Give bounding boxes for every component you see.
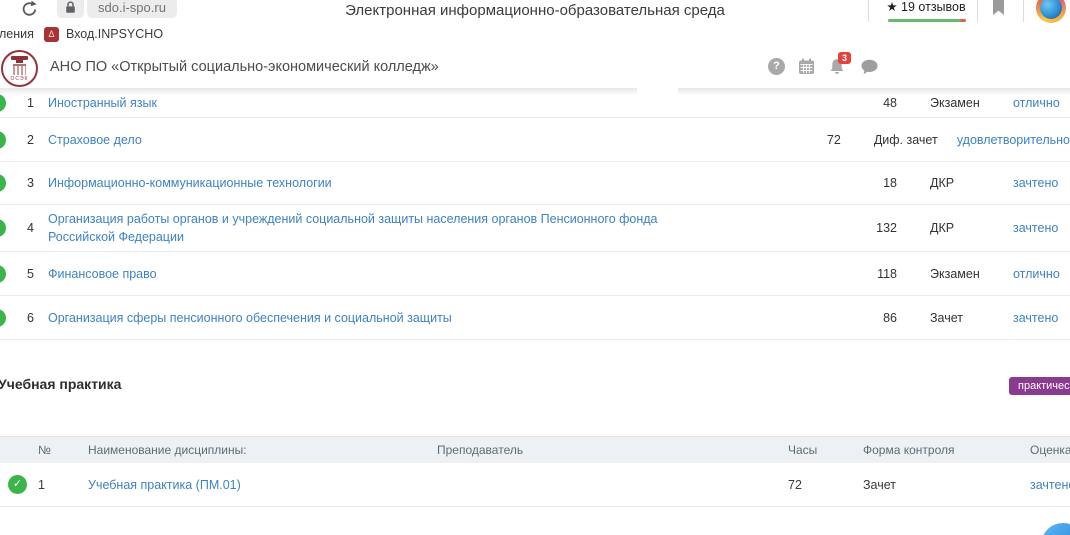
hours-value: 48 [847, 96, 897, 110]
toolbar-divider [1023, 0, 1024, 22]
bookmark-icon[interactable] [992, 0, 1005, 21]
control-form-value: Экзамен [930, 267, 1013, 281]
notifications-count-badge: 3 [838, 52, 851, 64]
grade-link[interactable]: зачтено [1013, 176, 1058, 190]
column-header-hours: Часы [788, 443, 863, 457]
table-row: ✓ 3 Информационно-коммуникационные техно… [0, 162, 1070, 205]
status-check-icon: ✓ [0, 94, 18, 112]
row-number: 3 [18, 176, 48, 190]
grade-link[interactable]: отлично [1013, 96, 1060, 110]
grade-link[interactable]: зачтено [1030, 478, 1070, 492]
course-link[interactable]: Организация сферы пенсионного обеспечени… [48, 311, 452, 325]
column-header-teacher: Преподаватель [429, 443, 788, 457]
table-row: ✓ 5 Финансовое право 118 Экзамен отлично [0, 252, 1070, 296]
control-form-value: Зачет [863, 478, 1030, 492]
control-form-value: ДКР [930, 176, 1013, 190]
hours-value: 72 [791, 133, 841, 147]
grade-link[interactable]: зачтено [1013, 311, 1058, 325]
reviews-button[interactable]: ★ 19 отзывов [876, 0, 976, 14]
practice-badge: практическое [1009, 377, 1070, 395]
grade-link[interactable]: отлично [1013, 267, 1060, 281]
row-number: 2 [18, 133, 48, 147]
course-link[interactable]: Иностранный язык [48, 96, 157, 110]
column-header-control: Форма контроля [863, 443, 1030, 457]
course-link[interactable]: Организация работы органов и учреждений … [48, 210, 708, 246]
calendar-icon[interactable] [798, 58, 815, 80]
bookmarks-bar: ления Δ Вход.INPSYCHO [0, 24, 1070, 46]
table-row: ✓ 2 Страховое дело 72 Диф. зачет удовлет… [0, 118, 1070, 162]
row-number: 4 [18, 221, 48, 235]
row-number: 6 [18, 311, 48, 325]
college-name: АНО ПО «Открытый социально-экономический… [50, 46, 439, 88]
section-title: Учебная практика [0, 376, 121, 392]
status-check-icon: ✓ [0, 174, 18, 192]
browser-toolbar: sdo.i-spo.ru Электронная информационно-о… [0, 0, 1070, 24]
status-check-icon: ✓ [0, 475, 30, 494]
logo-text: ОСЭК [3, 76, 36, 82]
course-link[interactable]: Информационно-коммуникационные технологи… [48, 176, 332, 190]
bookmark-item-inpsycho[interactable]: Вход.INPSYCHO [66, 27, 163, 41]
chat-icon[interactable] [860, 59, 879, 80]
row-number: 5 [18, 267, 48, 281]
site-header: ОСЭК АНО ПО «Открытый социально-экономич… [0, 46, 1070, 88]
toolbar-divider [868, 0, 869, 22]
table-row: ✓ 4 Организация работы органов и учрежде… [0, 205, 1070, 252]
help-icon[interactable]: ? [768, 58, 785, 75]
hours-value: 132 [847, 221, 897, 235]
practice-table-header: № Наименование дисциплины: Преподаватель… [0, 436, 1070, 463]
header-shadow-notch [637, 88, 678, 95]
row-number: 1 [30, 478, 80, 492]
status-check-icon: ✓ [0, 265, 18, 283]
control-form-value: Экзамен [930, 96, 1013, 110]
control-form-value: Диф. зачет [874, 133, 957, 147]
floating-chat-button[interactable] [1041, 523, 1070, 535]
star-icon: ★ [886, 0, 897, 14]
toolbar-divider [977, 0, 978, 22]
hours-value: 118 [847, 267, 897, 281]
status-check-icon: ✓ [0, 219, 18, 237]
column-header-grade: Оценка [1030, 443, 1070, 457]
control-form-value: ДКР [930, 221, 1013, 235]
grades-table: ✓ 1 Иностранный язык 48 Экзамен отлично … [0, 88, 1070, 340]
control-form-value: Зачет [930, 311, 1013, 325]
table-row: ✓ 6 Организация сферы пенсионного обеспе… [0, 296, 1070, 340]
grade-link[interactable]: удовлетворительно [957, 133, 1070, 147]
screen: sdo.i-spo.ru Электронная информационно-о… [0, 0, 1070, 535]
profile-avatar[interactable] [1036, 0, 1066, 23]
header-shadow [0, 88, 1070, 95]
reviews-label: 19 отзывов [901, 0, 966, 14]
column-header-name: Наименование дисциплины: [80, 443, 429, 457]
hours-value: 86 [847, 311, 897, 325]
reviews-rating-bar [888, 19, 966, 22]
hours-value: 72 [788, 478, 863, 492]
bookmark-item-partial[interactable]: ления [0, 27, 34, 41]
avatar-image [1040, 0, 1062, 19]
row-number: 1 [18, 96, 48, 110]
inpsycho-favicon[interactable]: Δ [44, 27, 59, 42]
hours-value: 18 [847, 176, 897, 190]
course-link[interactable]: Учебная практика (ПМ.01) [88, 478, 241, 492]
status-check-icon: ✓ [0, 309, 18, 327]
column-header-num: № [30, 443, 80, 457]
table-row: ✓ 1 Учебная практика (ПМ.01) 72 Зачет за… [0, 463, 1070, 507]
logo-building [13, 64, 26, 75]
status-check-icon: ✓ [0, 131, 18, 149]
grade-link[interactable]: зачтено [1013, 221, 1058, 235]
logo-cap-base [16, 60, 23, 63]
course-link[interactable]: Страховое дело [48, 133, 142, 147]
course-link[interactable]: Финансовое право [48, 267, 157, 281]
practice-table: № Наименование дисциплины: Преподаватель… [0, 436, 1070, 507]
college-logo[interactable]: ОСЭК [1, 50, 38, 87]
